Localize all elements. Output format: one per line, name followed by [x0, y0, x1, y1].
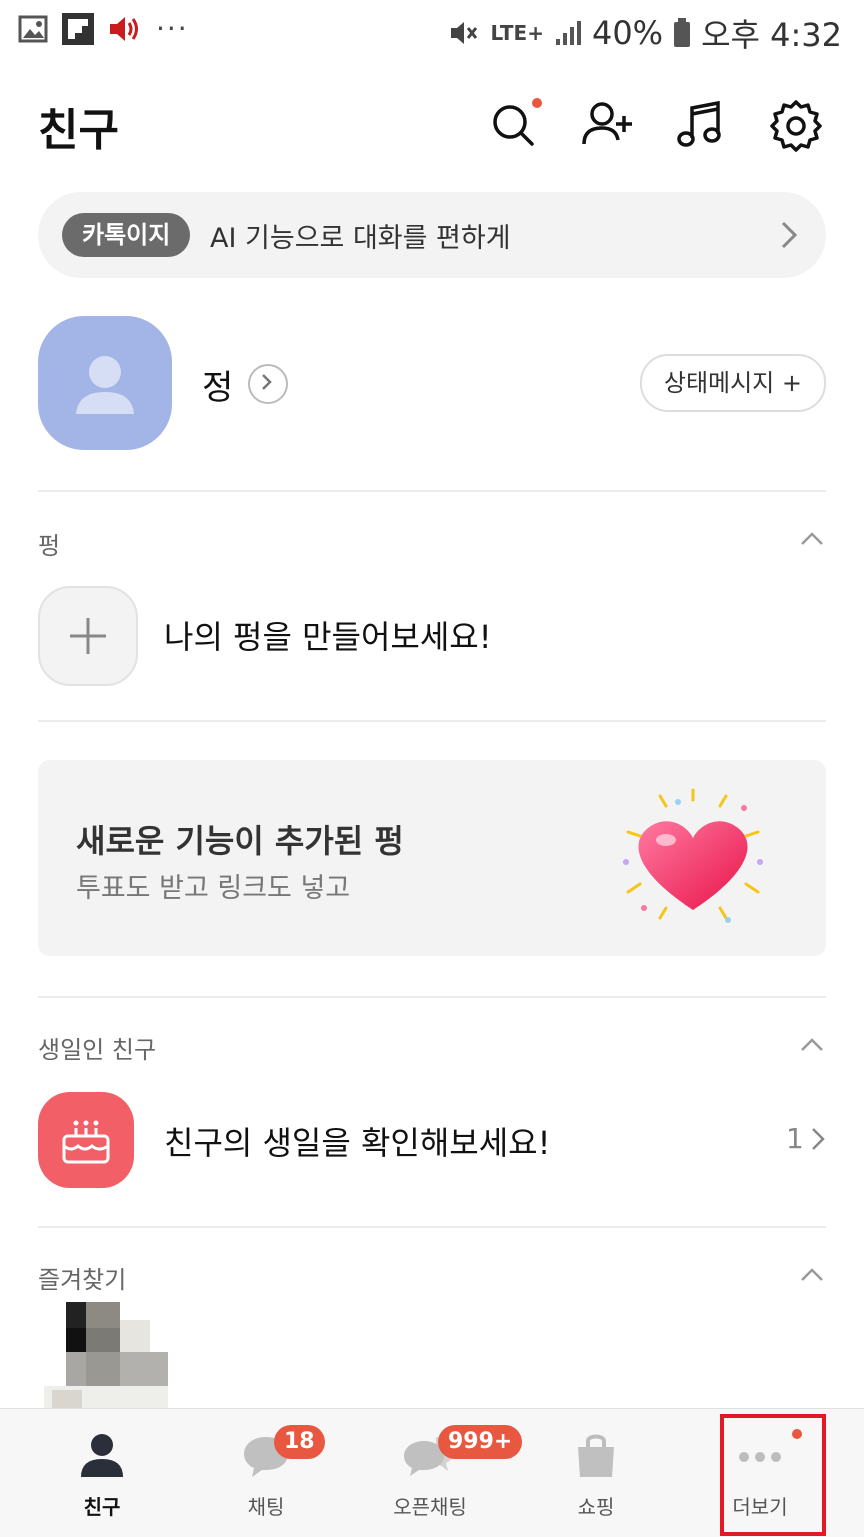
status-right: LTE+ 40% 오후 4:32 — [448, 10, 842, 56]
person-icon — [81, 1434, 123, 1477]
birthday-icon-tile[interactable] — [38, 1092, 134, 1188]
favorite-friend-avatar[interactable] — [44, 1302, 168, 1408]
divider — [38, 996, 826, 998]
nav-label: 채팅 — [247, 1495, 285, 1519]
heart-sparkle-icon — [623, 788, 763, 923]
gallery-icon — [18, 15, 48, 42]
pung-promo-card[interactable]: 새로운 기능이 추가된 펑 투표도 받고 링크도 넣고 — [38, 760, 826, 956]
profile-chevron-button[interactable] — [248, 364, 288, 404]
status-left-icons: ··· — [18, 12, 189, 45]
add-friend-icon — [582, 102, 632, 145]
header-actions — [486, 98, 824, 154]
collapse-caret-icon[interactable] — [800, 1266, 824, 1282]
promo-subtitle: 투표도 받고 링크도 넣고 — [76, 873, 351, 904]
more-notifications-icon: ··· — [156, 12, 189, 45]
divider — [38, 720, 826, 722]
default-profile-icon — [76, 356, 134, 414]
nav-label: 쇼핑 — [577, 1495, 615, 1519]
page-title: 친구 — [38, 105, 119, 156]
status-bar: ··· LTE+ 40% 오후 4:32 — [0, 0, 864, 60]
my-profile: 정 상태메시지 + — [38, 316, 826, 452]
network-type: LTE+ — [490, 21, 544, 45]
music-button[interactable] — [674, 98, 730, 154]
chevron-right-icon — [262, 374, 272, 390]
favorites-section-label: 즐겨찾기 — [38, 1266, 127, 1294]
chat-count-badge: 18 — [274, 1425, 325, 1459]
flipboard-icon — [62, 12, 94, 45]
plus-icon — [70, 618, 106, 654]
signal-icon — [555, 21, 581, 45]
gear-icon — [770, 100, 822, 152]
birthday-text[interactable]: 친구의 생일을 확인해보세요! — [164, 1118, 550, 1164]
shopping-bag-icon — [578, 1434, 614, 1477]
settings-button[interactable] — [768, 98, 824, 154]
birthday-section-label: 생일인 친구 — [38, 1036, 157, 1064]
create-pung-button[interactable] — [38, 586, 138, 686]
birthday-count[interactable]: 1 — [786, 1122, 804, 1155]
pixelated-avatar-image — [44, 1302, 168, 1408]
search-new-dot — [532, 98, 542, 108]
collapse-caret-icon[interactable] — [800, 530, 824, 546]
promo-title: 새로운 기능이 추가된 펑 — [76, 822, 404, 860]
avatar[interactable] — [38, 316, 172, 450]
pung-section-label: 펑 — [38, 532, 61, 560]
battery-percent: 40% — [591, 14, 664, 52]
nav-label: 오픈채팅 — [393, 1495, 467, 1519]
mute-icon — [451, 22, 478, 44]
battery-icon — [674, 18, 691, 47]
cake-icon — [62, 1120, 110, 1164]
banner-text: AI 기능으로 대화를 편하게 — [210, 223, 511, 254]
chevron-right-icon[interactable] — [810, 1126, 826, 1152]
collapse-caret-icon[interactable] — [800, 1036, 824, 1052]
nav-shopping[interactable]: 쇼핑 — [516, 1409, 676, 1537]
nav-friends[interactable]: 친구 — [22, 1409, 182, 1537]
friends-header: 친구 — [0, 80, 864, 170]
openchat-count-badge: 999+ — [438, 1425, 523, 1459]
divider — [38, 1226, 826, 1228]
speaker-icon — [110, 16, 138, 41]
music-icon — [677, 100, 721, 147]
create-pung-text[interactable]: 나의 펑을 만들어보세요! — [164, 612, 492, 658]
divider — [38, 490, 826, 492]
search-button[interactable] — [486, 98, 542, 154]
status-message-button[interactable]: 상태메시지 + — [639, 354, 826, 412]
chevron-right-icon — [781, 221, 798, 249]
nav-label: 친구 — [83, 1495, 121, 1519]
banner-chip: 카톡이지 — [62, 213, 191, 257]
highlight-box — [720, 1414, 826, 1536]
katalk-easy-banner[interactable]: 카톡이지 AI 기능으로 대화를 편하게 — [38, 192, 826, 278]
nav-openchat[interactable]: 999+ 오픈채팅 — [350, 1409, 523, 1537]
profile-name[interactable]: 정 — [202, 360, 233, 409]
nav-chats[interactable]: 18 채팅 — [186, 1409, 346, 1537]
clock: 오후 4:32 — [701, 16, 842, 54]
add-friend-button[interactable] — [580, 98, 636, 154]
